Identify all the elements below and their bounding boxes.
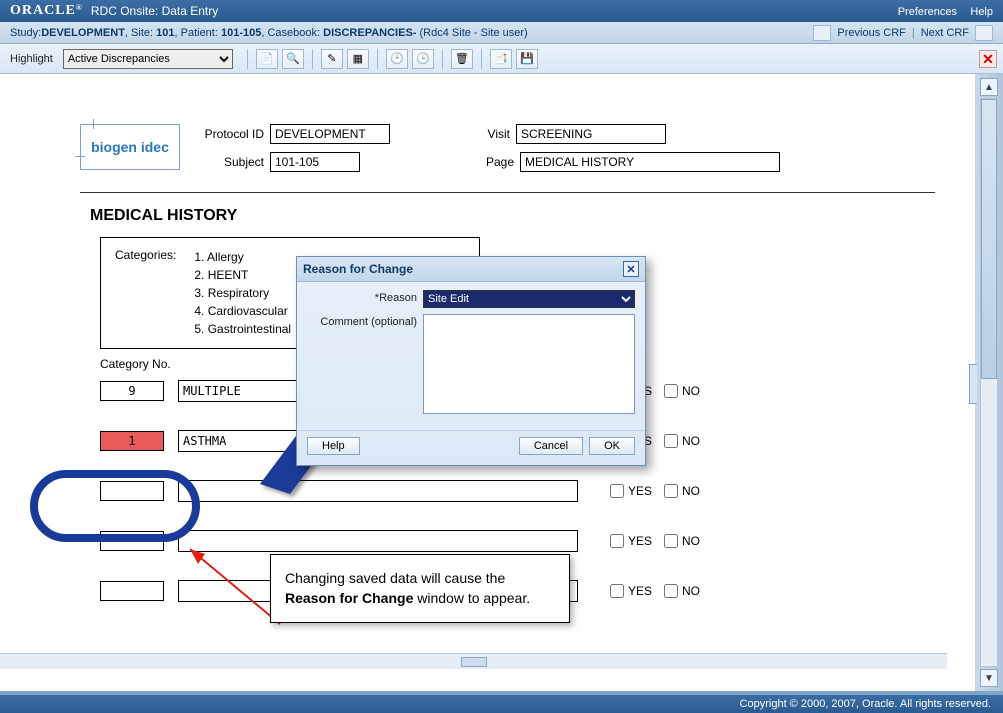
- patient-label: Patient:: [181, 27, 218, 39]
- reason-select[interactable]: Site Edit: [423, 290, 635, 308]
- scroll-track[interactable]: [980, 98, 998, 667]
- visit-label: Visit: [480, 127, 510, 141]
- app-title: RDC Onsite: Data Entry: [91, 4, 218, 18]
- toolbar-icon-7[interactable]: 📑: [490, 49, 512, 69]
- section-title: MEDICAL HISTORY: [90, 207, 965, 225]
- toolbar-icon-4[interactable]: ▦: [347, 49, 369, 69]
- ok-button[interactable]: OK: [589, 437, 635, 455]
- cancel-button[interactable]: Cancel: [519, 437, 583, 455]
- save-icon[interactable]: 💾: [516, 49, 538, 69]
- previous-crf-link[interactable]: Previous CRF: [837, 27, 905, 39]
- page-field[interactable]: [520, 152, 780, 172]
- toolbar-icon-1[interactable]: 📄: [256, 49, 278, 69]
- work-area: biogen idec Protocol ID Visit Subject Pa…: [0, 74, 1003, 691]
- no-checkbox[interactable]: [664, 434, 678, 448]
- dialog-title: Reason for Change: [303, 262, 413, 276]
- category-item: 2. HEENT: [194, 266, 291, 284]
- reason-label: *Reason: [307, 290, 417, 304]
- yes-checkbox[interactable]: [610, 584, 624, 598]
- dialog-close-icon[interactable]: ✕: [623, 261, 639, 277]
- document-pane: biogen idec Protocol ID Visit Subject Pa…: [0, 74, 975, 691]
- data-row: YES NO: [100, 529, 965, 553]
- no-checkbox[interactable]: [664, 384, 678, 398]
- category-item: 5. Gastrointestinal: [194, 320, 291, 338]
- condition-input[interactable]: [178, 480, 578, 502]
- comment-label: Comment (optional): [307, 314, 417, 328]
- collapse-tab-icon[interactable]: [969, 364, 977, 404]
- next-crf-link[interactable]: Next CRF: [921, 27, 969, 39]
- categories-label: Categories:: [115, 248, 176, 338]
- casebook-value: DISCREPANCIES-: [323, 27, 416, 39]
- data-row: YES NO: [100, 479, 965, 503]
- prev-crf-icon[interactable]: [813, 25, 831, 41]
- toolbar-icon-6[interactable]: 🕒: [412, 49, 434, 69]
- study-value: DEVELOPMENT: [41, 27, 125, 39]
- category-item: 1. Allergy: [194, 248, 291, 266]
- title-bar: ORACLE® RDC Onsite: Data Entry Preferenc…: [0, 0, 1003, 22]
- no-checkbox[interactable]: [664, 534, 678, 548]
- role-text: (Rdc4 Site - Site user): [420, 27, 528, 39]
- category-number-input[interactable]: 9: [100, 381, 164, 401]
- help-button[interactable]: Help: [307, 437, 360, 455]
- close-icon[interactable]: ✕: [979, 50, 997, 68]
- highlight-label: Highlight: [10, 53, 53, 65]
- scroll-up-icon[interactable]: ▲: [980, 78, 998, 96]
- condition-input[interactable]: [178, 530, 578, 552]
- page-label: Page: [480, 155, 514, 169]
- study-label: Study:: [10, 27, 41, 39]
- footer: Copyright © 2000, 2007, Oracle. All righ…: [0, 695, 1003, 713]
- category-number-input[interactable]: [100, 481, 164, 501]
- no-checkbox[interactable]: [664, 484, 678, 498]
- casebook-label: Casebook:: [267, 27, 320, 39]
- category-item: 3. Respiratory: [194, 284, 291, 302]
- subject-label: Subject: [200, 155, 264, 169]
- category-number-input[interactable]: [100, 531, 164, 551]
- help-link[interactable]: Help: [970, 6, 993, 18]
- bottom-scroll[interactable]: [0, 653, 947, 669]
- visit-field[interactable]: [516, 124, 666, 144]
- sponsor-logo: biogen idec: [80, 124, 180, 170]
- category-item: 4. Cardiovascular: [194, 302, 291, 320]
- highlight-select[interactable]: Active Discrepancies: [63, 49, 233, 69]
- category-number-input[interactable]: 1: [100, 431, 164, 451]
- patient-value: 101-105: [221, 27, 261, 39]
- toolbar: Highlight Active Discrepancies 📄 🔍 ✎ ▦ 🕑…: [0, 44, 1003, 74]
- toolbar-icon-5[interactable]: 🕑: [386, 49, 408, 69]
- toolbar-icon-3[interactable]: ✎: [321, 49, 343, 69]
- right-scrollbar: ▲ ▼: [975, 74, 1003, 691]
- context-bar: Study:DEVELOPMENT, Site: 101, Patient: 1…: [0, 22, 1003, 44]
- preferences-link[interactable]: Preferences: [898, 6, 957, 18]
- next-crf-icon[interactable]: [975, 25, 993, 41]
- protocol-field[interactable]: [270, 124, 390, 144]
- callout-box: Changing saved data will cause the Reaso…: [270, 554, 570, 623]
- yes-checkbox[interactable]: [610, 534, 624, 548]
- category-number-input[interactable]: [100, 581, 164, 601]
- yes-checkbox[interactable]: [610, 484, 624, 498]
- categories-list: 1. Allergy 2. HEENT 3. Respiratory 4. Ca…: [194, 248, 291, 338]
- oracle-logo: ORACLE®: [10, 3, 83, 19]
- protocol-label: Protocol ID: [200, 127, 264, 141]
- toolbar-icon-2[interactable]: 🔍: [282, 49, 304, 69]
- divider: [80, 192, 935, 193]
- comment-textarea[interactable]: [423, 314, 635, 414]
- subject-field[interactable]: [270, 152, 360, 172]
- scroll-thumb[interactable]: [981, 99, 997, 379]
- reason-for-change-dialog: Reason for Change ✕ *Reason Site Edit Co…: [296, 256, 646, 466]
- site-value: 101: [156, 27, 174, 39]
- no-checkbox[interactable]: [664, 584, 678, 598]
- delete-icon[interactable]: 🗑: [451, 49, 473, 69]
- scroll-down-icon[interactable]: ▼: [980, 669, 998, 687]
- site-label: Site:: [131, 27, 153, 39]
